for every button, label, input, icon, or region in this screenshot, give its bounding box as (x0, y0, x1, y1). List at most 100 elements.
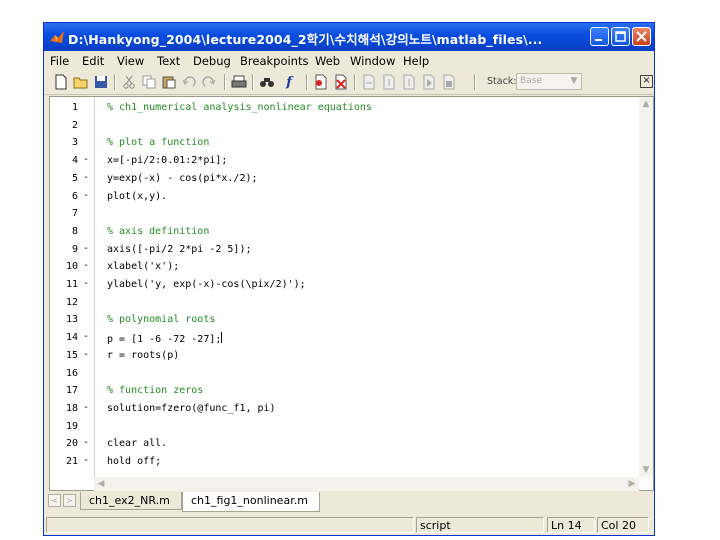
cut-icon[interactable] (120, 73, 138, 91)
toolbar: f Stack: Base ▼ × (44, 70, 654, 95)
code-line[interactable]: 8 % axis definition (50, 223, 640, 241)
breakpoint-marker[interactable]: - (83, 190, 89, 201)
code-text: p = [1 -6 -72 -27]; (107, 332, 223, 346)
editor-window: D:\Hankyong_2004\lecture2004_2학기\수치해석\강의… (43, 22, 655, 536)
code-line[interactable]: 20- clear all. (50, 435, 640, 453)
code-line[interactable]: 6- plot(x,y). (50, 188, 640, 206)
paste-icon[interactable] (160, 73, 178, 91)
code-line[interactable]: 18- solution=fzero(@func_f1, pi) (50, 400, 640, 418)
line-number: 6 (71, 190, 78, 202)
code-line[interactable]: 4- x=[-pi/2:0.01:2*pi]; (50, 152, 640, 170)
minimize-button[interactable] (590, 27, 609, 46)
step-icon[interactable] (360, 73, 378, 91)
line-number: 2 (71, 119, 78, 131)
line-number: 9 (71, 243, 78, 255)
tab-ch1-ex2-nr[interactable]: ch1_ex2_NR.m (80, 492, 182, 510)
line-number: 13 (65, 314, 78, 326)
scroll-up-icon[interactable]: ▲ (639, 97, 653, 111)
breakpoint-marker[interactable]: - (83, 260, 89, 271)
code-line[interactable]: 9- axis([-pi/2 2*pi -2 5]); (50, 241, 640, 259)
menu-bar: File Edit View Text Debug Breakpoints We… (44, 51, 654, 70)
code-line[interactable]: 3 % plot a function (50, 134, 640, 152)
menu-help[interactable]: Help (403, 54, 429, 68)
menu-web[interactable]: Web (315, 54, 340, 68)
tab-scroll-right-icon[interactable]: > (63, 494, 76, 507)
code-line[interactable]: 19 (50, 418, 640, 436)
new-file-icon[interactable] (52, 73, 70, 91)
open-folder-icon[interactable] (72, 73, 90, 91)
code-line[interactable]: 15- r = roots(p) (50, 347, 640, 365)
breakpoint-marker[interactable]: - (83, 349, 89, 360)
code-comment: % ch1_numerical analysis_nonlinear equat… (107, 102, 372, 113)
code-text: solution=fzero(@func_f1, pi) (107, 402, 276, 414)
redo-icon[interactable] (200, 73, 218, 91)
exit-debug-icon[interactable] (440, 73, 458, 91)
window-title: D:\Hankyong_2004\lecture2004_2학기\수치해석\강의… (68, 32, 543, 47)
menu-file[interactable]: File (50, 54, 69, 68)
menu-window[interactable]: Window (350, 54, 395, 68)
line-number: 7 (71, 208, 78, 220)
breakpoint-marker[interactable]: - (83, 437, 89, 448)
print-icon[interactable] (230, 73, 248, 91)
status-message (46, 517, 414, 533)
breakpoint-marker[interactable]: - (83, 278, 89, 289)
code-line[interactable]: 1 % ch1_numerical analysis_nonlinear equa… (50, 99, 640, 117)
undo-icon[interactable] (180, 73, 198, 91)
code-line[interactable]: 5- y=exp(-x) - cos(pi*x./2); (50, 170, 640, 188)
scroll-right-icon[interactable]: ▶ (625, 477, 639, 491)
close-document-icon[interactable]: × (640, 75, 653, 88)
code-line[interactable]: 10- xlabel('x'); (50, 258, 640, 276)
stack-label: Stack: (487, 76, 517, 87)
breakpoint-marker[interactable]: - (83, 455, 89, 466)
breakpoint-marker[interactable]: - (83, 331, 89, 342)
vertical-scrollbar[interactable]: ▲ ▼ (639, 97, 653, 477)
save-icon[interactable] (92, 73, 110, 91)
menu-edit[interactable]: Edit (82, 54, 104, 68)
line-number: 14 (65, 332, 78, 344)
code-comment: % function zeros (107, 385, 204, 397)
stack-select[interactable]: Base ▼ (516, 73, 582, 90)
line-number: 19 (65, 420, 78, 432)
minimize-icon (595, 39, 602, 41)
code-line[interactable]: 17 % function zeros (50, 382, 640, 400)
breakpoint-marker[interactable]: - (83, 402, 89, 413)
function-icon[interactable]: f (280, 73, 298, 91)
copy-icon[interactable] (140, 73, 158, 91)
step-out-icon[interactable] (400, 73, 418, 91)
code-line[interactable]: 12 (50, 294, 640, 312)
scroll-down-icon[interactable]: ▼ (639, 463, 653, 477)
breakpoint-marker[interactable]: - (83, 154, 89, 165)
code-line[interactable]: 14- p = [1 -6 -72 -27]; (50, 329, 640, 347)
scroll-left-icon[interactable]: ◀ (94, 477, 108, 491)
code-line[interactable]: 11- ylabel('y, exp(-x)-cos(\pix/2)'); (50, 276, 640, 294)
tab-ch1-fig1-nonlinear[interactable]: ch1_fig1_nonlinear.m (182, 492, 320, 512)
tab-scroll-left-icon[interactable]: < (48, 494, 61, 507)
line-number: 1 (71, 102, 78, 113)
status-column: Col 20 (597, 517, 649, 533)
set-breakpoint-icon[interactable] (312, 73, 330, 91)
line-number: 17 (65, 385, 78, 397)
menu-view[interactable]: View (117, 54, 144, 68)
status-bar: script Ln 14 Col 20 (44, 515, 654, 535)
code-line[interactable]: 13 % polynomial roots (50, 311, 640, 329)
code-line[interactable]: 16 (50, 365, 640, 383)
breakpoint-marker[interactable]: - (83, 243, 89, 254)
breakpoint-marker[interactable]: - (83, 172, 89, 183)
step-in-icon[interactable] (380, 73, 398, 91)
code-text: ylabel('y, exp(-x)-cos(\pix/2)'); (107, 279, 306, 290)
continue-icon[interactable] (420, 73, 438, 91)
menu-breakpoints[interactable]: Breakpoints (240, 54, 308, 68)
document-tabs: < > ch1_ex2_NR.m ch1_fig1_nonlinear.m (44, 491, 654, 513)
menu-debug[interactable]: Debug (193, 54, 231, 68)
menu-text[interactable]: Text (157, 54, 180, 68)
horizontal-scrollbar[interactable]: ◀ ▶ (94, 477, 639, 491)
close-button[interactable] (632, 27, 651, 46)
code-editor[interactable]: 1 % ch1_numerical analysis_nonlinear equa… (49, 96, 654, 491)
code-line[interactable]: 2 (50, 117, 640, 135)
find-icon[interactable] (258, 73, 276, 91)
code-line[interactable]: 21- hold off; (50, 453, 640, 471)
code-line[interactable]: 7 (50, 205, 640, 223)
maximize-button[interactable] (611, 27, 630, 46)
clear-breakpoints-icon[interactable] (332, 73, 350, 91)
title-bar[interactable]: D:\Hankyong_2004\lecture2004_2학기\수치해석\강의… (44, 23, 654, 51)
